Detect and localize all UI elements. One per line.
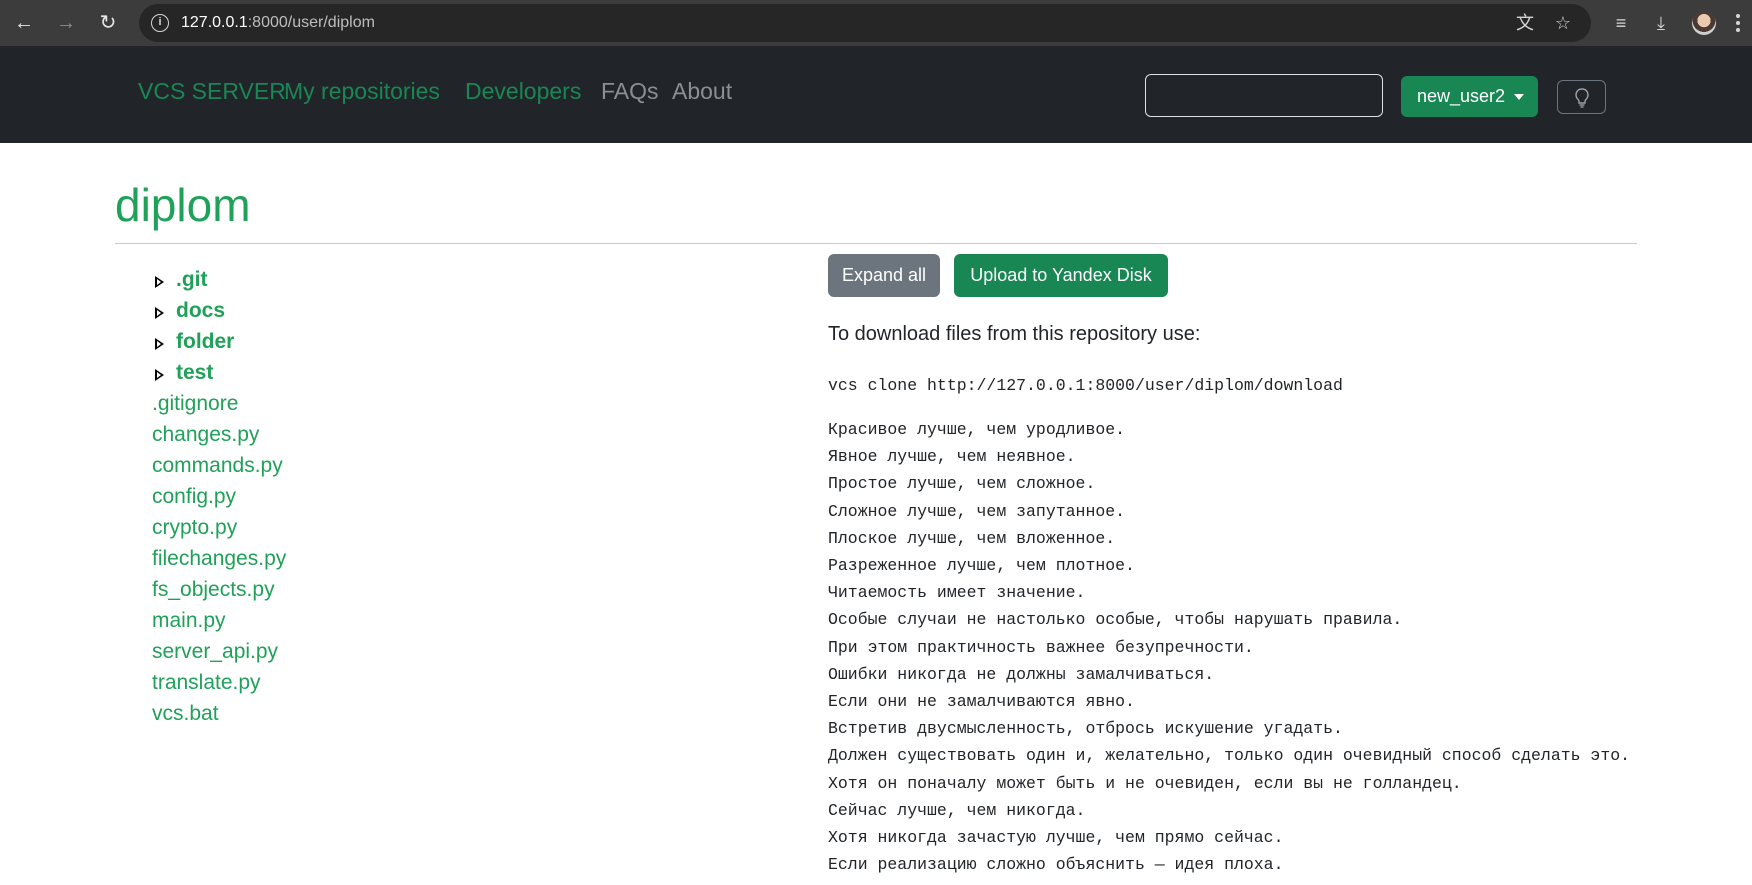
- site-info-icon[interactable]: i: [151, 14, 169, 32]
- readme-line: Встретив двусмысленность, отбрось искуше…: [828, 719, 1343, 739]
- readme-line: Если реализацию сложно объяснить — идея …: [828, 855, 1284, 875]
- nav-faqs[interactable]: FAQs: [601, 78, 659, 105]
- expand-triangle-icon[interactable]: [155, 307, 164, 319]
- translate-icon[interactable]: 文: [1514, 12, 1536, 34]
- readme-line: Ошибки никогда не должны замалчиваться.: [828, 664, 1215, 684]
- back-icon[interactable]: ←: [11, 10, 37, 36]
- readme-line: Хотя никогда зачастую лучше, чем прямо с…: [828, 828, 1284, 847]
- url-text[interactable]: 127.0.0.1:8000/user/diplom: [181, 14, 375, 32]
- title-divider: [115, 243, 1637, 244]
- upload-yandex-disk-button[interactable]: Upload to Yandex Disk: [954, 254, 1168, 297]
- page-title: diplom: [115, 179, 251, 231]
- brand-link[interactable]: VCS SERVER: [138, 78, 286, 105]
- url-path: :8000/user/diplom: [247, 14, 375, 31]
- file-link[interactable]: fs_objects.py: [152, 578, 275, 602]
- readme-line: Особые случаи не настолько особые, чтобы…: [828, 610, 1403, 630]
- file-link[interactable]: .gitignore: [152, 392, 238, 416]
- readme-line: Красивое лучше, чем уродливое.: [828, 420, 1126, 439]
- expand-triangle-icon[interactable]: [155, 369, 164, 381]
- expand-all-button[interactable]: Expand all: [828, 254, 940, 297]
- readme-line: Должен существовать один и, желательно, …: [828, 746, 1631, 766]
- readme-line: Сложное лучше, чем запутанное.: [828, 501, 1126, 521]
- file-link[interactable]: server_api.py: [152, 640, 278, 664]
- folder-name: docs: [176, 299, 226, 322]
- star-icon[interactable]: ☆: [1552, 12, 1574, 34]
- clone-command: vcs clone http://127.0.0.1:8000/user/dip…: [828, 376, 1343, 395]
- readme-line: Разреженное лучше, чем плотное.: [828, 556, 1135, 575]
- file-link[interactable]: filechanges.py: [152, 547, 286, 571]
- nav-about[interactable]: About: [672, 78, 732, 105]
- readme-line: Явное лучше, чем неявное.: [828, 447, 1076, 467]
- file-link[interactable]: crypto.py: [152, 516, 237, 540]
- readme-line: Простое лучше, чем сложное.: [828, 474, 1096, 494]
- folder-name: folder: [176, 330, 235, 353]
- readme-line: Хотя он поначалу может быть и не очевиде…: [828, 773, 1462, 793]
- caret-down-icon: [1514, 94, 1524, 100]
- readme-line: Если они не замалчиваются явно.: [828, 692, 1135, 711]
- readme-line: Сейчас лучше, чем никогда.: [828, 800, 1086, 820]
- expand-triangle-icon[interactable]: [155, 276, 164, 288]
- theme-toggle-button[interactable]: [1557, 80, 1606, 114]
- file-link[interactable]: main.py: [152, 609, 226, 633]
- forward-icon[interactable]: →: [53, 10, 79, 36]
- search-input[interactable]: [1145, 74, 1383, 117]
- file-link[interactable]: config.py: [152, 485, 236, 509]
- file-link[interactable]: commands.py: [152, 454, 283, 478]
- url-host: 127.0.0.1: [181, 14, 248, 31]
- folder-name: .git: [176, 268, 208, 291]
- browser-toolbar: ← → ↻ i 127.0.0.1:8000/user/diplom 文 ☆ ≡…: [0, 0, 1752, 46]
- folder-name: test: [176, 361, 214, 384]
- file-link[interactable]: translate.py: [152, 671, 261, 695]
- reading-list-icon[interactable]: ≡: [1608, 10, 1634, 36]
- readme-line: Плоское лучше, чем вложенное.: [828, 528, 1116, 548]
- downloads-icon[interactable]: ⤓: [1648, 10, 1674, 36]
- user-dropdown-label: new_user2: [1417, 86, 1506, 106]
- readme-line: При этом практичность важнее безупречнос…: [828, 637, 1254, 657]
- file-link[interactable]: changes.py: [152, 423, 259, 447]
- profile-avatar[interactable]: [1692, 11, 1716, 35]
- reload-icon[interactable]: ↻: [95, 10, 121, 36]
- menu-icon[interactable]: [1735, 12, 1741, 34]
- nav-my-repositories[interactable]: My repositories: [284, 78, 440, 105]
- download-hint: To download files from this repository u…: [828, 323, 1201, 345]
- readme-line: Читаемость имеет значение.: [828, 583, 1086, 603]
- site-navbar: VCS SERVER My repositories Developers FA…: [0, 46, 1752, 143]
- address-bar[interactable]: i 127.0.0.1:8000/user/diplom 文 ☆: [139, 4, 1591, 42]
- nav-developers[interactable]: Developers: [465, 78, 581, 105]
- file-link[interactable]: vcs.bat: [152, 702, 219, 726]
- lightbulb-icon: [1575, 88, 1589, 108]
- expand-triangle-icon[interactable]: [155, 338, 164, 350]
- user-dropdown-button[interactable]: new_user2: [1401, 76, 1538, 117]
